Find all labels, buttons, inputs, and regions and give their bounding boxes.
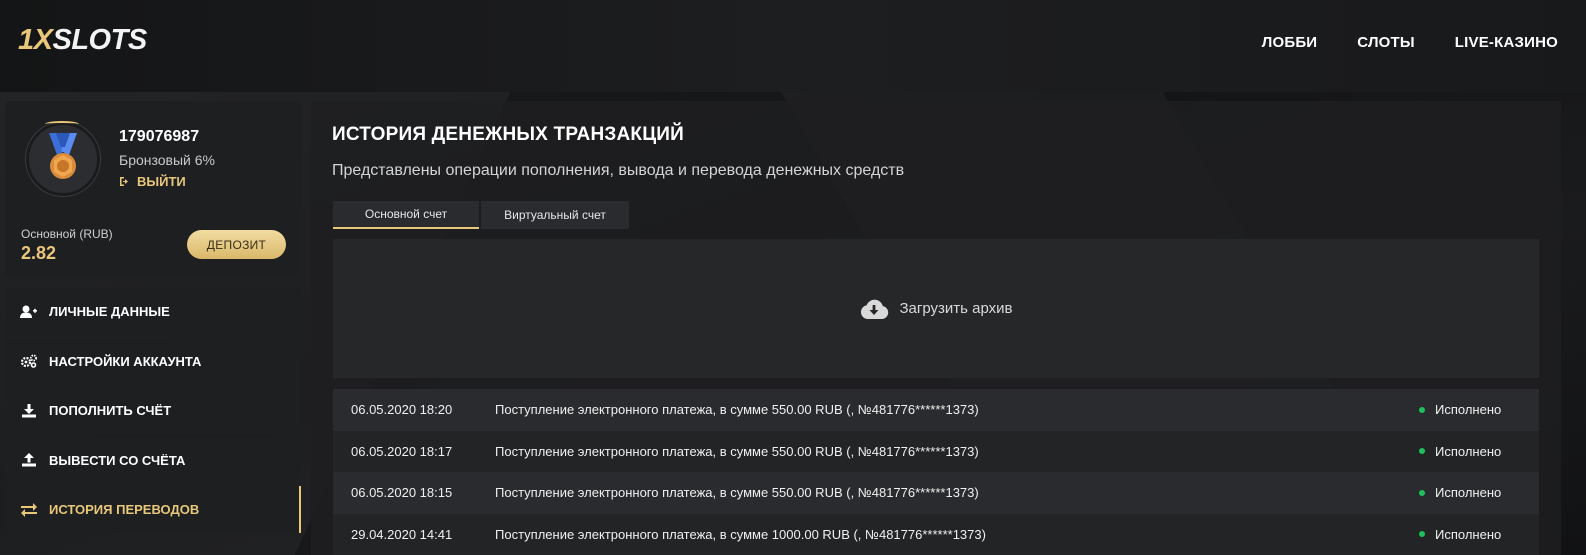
transaction-status: Исполнено bbox=[1419, 402, 1539, 417]
avatar bbox=[26, 122, 100, 196]
deposit-button[interactable]: ДЕПОЗИТ bbox=[187, 230, 286, 259]
logout-icon bbox=[120, 177, 128, 186]
account-tabs: Основной счет Виртуальный счет bbox=[333, 201, 629, 229]
page-subtitle: Представлены операции пополнения, вывода… bbox=[332, 162, 905, 179]
main-nav: ЛОББИ СЛОТЫ LIVE-КАЗИНО bbox=[1262, 34, 1558, 51]
transaction-description: Поступление электронного платежа, в сумм… bbox=[495, 402, 979, 418]
menu-item-deposit[interactable]: ПОПОЛНИТЬ СЧЁТ bbox=[5, 387, 301, 434]
transaction-date: 29.04.2020 14:41 bbox=[351, 526, 453, 542]
exchange-icon bbox=[21, 502, 37, 517]
download-icon bbox=[22, 403, 36, 417]
transaction-status: Исполнено bbox=[1419, 527, 1539, 542]
table-row: 29.04.2020 14:41 Поступление электронног… bbox=[333, 513, 1539, 555]
table-row: 06.05.2020 18:20 Поступление электронног… bbox=[333, 389, 1539, 431]
nav-slots[interactable]: СЛОТЫ bbox=[1357, 34, 1415, 51]
table-row: 06.05.2020 18:15 Поступление электронног… bbox=[333, 472, 1539, 514]
transaction-status: Исполнено bbox=[1419, 444, 1539, 459]
load-archive-button[interactable]: Загрузить архив bbox=[333, 239, 1539, 378]
user-id: 179076987 bbox=[119, 128, 200, 145]
gears-icon bbox=[20, 354, 37, 368]
nav-live-casino[interactable]: LIVE-КАЗИНО bbox=[1455, 34, 1558, 51]
menu-item-personal-data[interactable]: ЛИЧНЫЕ ДАННЫЕ bbox=[5, 288, 301, 335]
transaction-description: Поступление электронного платежа, в сумм… bbox=[495, 443, 979, 459]
transaction-description: Поступление электронного платежа, в сумм… bbox=[495, 526, 986, 542]
bronze-medal-icon bbox=[49, 133, 77, 179]
user-level: Бронзовый 6% bbox=[119, 152, 215, 168]
top-header: 1XSLOTS ЛОББИ СЛОТЫ LIVE-КАЗИНО bbox=[0, 0, 1586, 92]
balance-label: Основной (RUB) bbox=[21, 227, 113, 241]
status-dot-icon bbox=[1419, 489, 1425, 496]
menu-item-account-settings[interactable]: НАСТРОЙКИ АККАУНТА bbox=[5, 337, 301, 385]
table-row: 06.05.2020 18:17 Поступление электронног… bbox=[333, 430, 1539, 472]
logout-link[interactable]: ВЫЙТИ bbox=[119, 174, 186, 189]
transactions-table: 06.05.2020 18:20 Поступление электронног… bbox=[333, 389, 1539, 555]
page-title: ИСТОРИЯ ДЕНЕЖНЫХ ТРАНЗАКЦИЙ bbox=[332, 124, 684, 145]
upload-icon bbox=[22, 453, 36, 467]
transactions-panel: ИСТОРИЯ ДЕНЕЖНЫХ ТРАНЗАКЦИЙ Представлены… bbox=[311, 101, 1561, 555]
status-dot-icon bbox=[1419, 448, 1425, 455]
cloud-download-icon bbox=[861, 299, 889, 319]
status-dot-icon bbox=[1419, 531, 1425, 538]
balance-value: 2.82 bbox=[21, 243, 57, 263]
transaction-date: 06.05.2020 18:20 bbox=[351, 402, 453, 418]
site-logo[interactable]: 1XSLOTS bbox=[18, 24, 147, 57]
transaction-date: 06.05.2020 18:17 bbox=[351, 443, 453, 459]
menu-item-transfer-history[interactable]: ИСТОРИЯ ПЕРЕВОДОВ bbox=[5, 486, 301, 533]
user-plus-icon bbox=[20, 305, 37, 318]
profile-card: 179076987 Бронзовый 6% ВЫЙТИ Основной (R… bbox=[5, 101, 301, 277]
transaction-status: Исполнено bbox=[1419, 485, 1539, 500]
status-dot-icon bbox=[1419, 406, 1425, 413]
account-menu: ЛИЧНЫЕ ДАННЫЕ НАСТРОЙКИ АККАУНТА ПОПОЛНИ… bbox=[5, 288, 301, 536]
nav-lobby[interactable]: ЛОББИ bbox=[1262, 34, 1318, 51]
menu-item-withdraw[interactable]: ВЫВЕСТИ СО СЧЁТА bbox=[5, 436, 301, 484]
tab-virtual-account[interactable]: Виртуальный счет bbox=[481, 201, 629, 229]
level-progress-arc bbox=[45, 121, 79, 127]
tab-main-account[interactable]: Основной счет bbox=[333, 201, 479, 229]
transaction-date: 06.05.2020 18:15 bbox=[351, 485, 453, 501]
transaction-description: Поступление электронного платежа, в сумм… bbox=[495, 485, 979, 501]
